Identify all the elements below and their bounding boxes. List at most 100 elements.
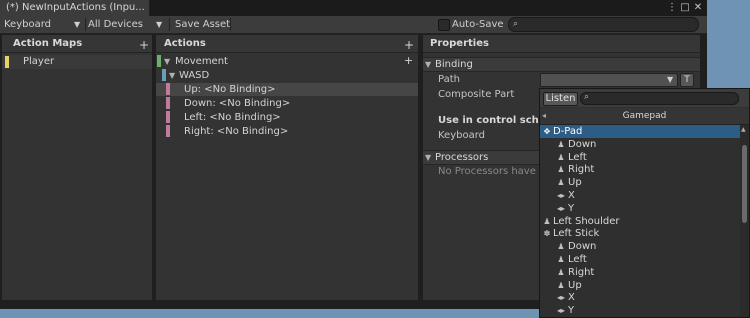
button-icon: ♟ xyxy=(557,242,565,252)
action-row-movement[interactable]: ▼ Movement + xyxy=(156,54,418,68)
control-list: ✥ D-Pad ♟ Down ♟ Left ♟ Right ♟ Up ◂▸ X ◂▸ Y ♟ Left Sho… xyxy=(540,125,740,317)
popup-category-header: ◂ Gamepad xyxy=(540,108,749,125)
axis-icon: ◂▸ xyxy=(556,306,566,316)
chevron-down-icon: ▼ xyxy=(156,20,163,29)
binding-color-swatch xyxy=(166,125,170,137)
expand-triangle-icon[interactable]: ▼ xyxy=(164,55,170,68)
control-item-label: Left Stick xyxy=(553,228,600,240)
composite-row-wasd[interactable]: ▼ WASD xyxy=(156,69,418,82)
control-item-label: Right xyxy=(568,164,595,176)
actions-panel: Actions + ▼ Movement + ▼ WASD Up: <No Bi… xyxy=(156,35,418,300)
scrollbar-thumb[interactable] xyxy=(742,145,747,223)
window-menu-icon[interactable]: ⋮ xyxy=(666,2,678,14)
button-icon: ♟ xyxy=(557,139,565,149)
control-picker-popup: Listen ⌕ ◂ Gamepad ✥ D-Pad ♟ Down ♟ Left ♟ Righ… xyxy=(539,88,750,318)
binding-label: Up: <No Binding> xyxy=(184,84,276,95)
control-item-label: Y xyxy=(568,305,575,317)
properties-title: Properties xyxy=(430,38,489,49)
binding-row-left[interactable]: Left: <No Binding> xyxy=(156,111,418,124)
toolbar-divider xyxy=(169,18,170,31)
save-asset-button[interactable]: Save Asset xyxy=(175,16,230,33)
control-item[interactable]: ✥ D-Pad xyxy=(540,125,740,138)
binding-row-down[interactable]: Down: <No Binding> xyxy=(156,97,418,110)
control-item[interactable]: ♟ Right xyxy=(540,266,740,279)
control-item-label: Left xyxy=(568,151,587,163)
button-icon: ♟ xyxy=(557,267,565,277)
control-item[interactable]: ◂▸ X xyxy=(540,291,740,304)
binding-color-swatch xyxy=(166,97,170,109)
actions-title: Actions xyxy=(164,38,206,49)
composite-color-swatch xyxy=(162,69,166,81)
control-item-label: Up xyxy=(568,279,582,291)
binding-section-title: Binding xyxy=(435,59,473,70)
search-icon: ⌕ xyxy=(513,19,519,29)
popup-scrollbar[interactable]: ▲ xyxy=(740,125,749,317)
control-item-label: Up xyxy=(568,177,582,189)
popup-search-input[interactable]: ⌕ xyxy=(580,92,739,105)
control-item[interactable]: ♟ Down xyxy=(540,240,740,253)
axis-icon: ◂▸ xyxy=(556,293,566,303)
auto-save-checkbox[interactable] xyxy=(438,19,450,31)
binding-label: Right: <No Binding> xyxy=(184,126,289,137)
expand-triangle-icon[interactable]: ▼ xyxy=(169,69,175,82)
devices-dropdown[interactable]: All Devices ▼ xyxy=(88,16,168,33)
button-icon: ♟ xyxy=(557,178,565,188)
control-scheme-dropdown[interactable]: Keyboard ▼ xyxy=(4,16,84,33)
scroll-up-arrow-icon[interactable]: ▲ xyxy=(741,126,746,133)
binding-row-up[interactable]: Up: <No Binding> xyxy=(156,83,418,96)
close-icon[interactable]: ✕ xyxy=(692,2,704,14)
popup-category-title: Gamepad xyxy=(622,111,667,121)
control-item-label: Y xyxy=(568,202,575,214)
add-action-map-button[interactable]: + xyxy=(139,38,149,52)
maximize-icon[interactable]: □ xyxy=(679,2,691,14)
control-item[interactable]: ◂▸ Y xyxy=(540,304,740,317)
window-tab[interactable]: (*) NewInputActions (Inpu... xyxy=(0,0,150,16)
button-icon: ♟ xyxy=(557,280,565,290)
processors-section-title: Processors xyxy=(435,152,489,163)
control-item-label: D-Pad xyxy=(553,126,583,137)
control-scheme-label: Keyboard xyxy=(4,19,52,30)
axis-icon: ◂▸ xyxy=(556,191,566,200)
control-item-label: Left xyxy=(568,254,587,265)
action-maps-header: Action Maps xyxy=(2,35,152,53)
binding-color-swatch xyxy=(166,111,170,123)
action-map-label: Player xyxy=(23,56,55,67)
text-mode-button[interactable]: T xyxy=(680,73,694,87)
action-maps-panel: Action Maps + Player xyxy=(2,35,152,300)
control-item-label: Down xyxy=(568,138,597,150)
action-map-item-player[interactable]: Player xyxy=(2,55,152,69)
control-item[interactable]: ♟ Up xyxy=(540,176,740,189)
composite-part-label: Composite Part xyxy=(438,89,515,100)
control-item[interactable]: ◂▸ Y xyxy=(540,202,740,215)
button-icon: ♟ xyxy=(557,152,565,162)
control-item[interactable]: ♟ Left Shoulder xyxy=(540,215,740,228)
add-binding-button[interactable]: + xyxy=(404,54,413,68)
stick-icon: ✽ xyxy=(543,229,551,239)
toolbar-divider xyxy=(230,18,231,31)
control-item[interactable]: ♟ Up xyxy=(540,279,740,292)
auto-save-label: Auto-Save xyxy=(452,19,504,30)
actions-search-input[interactable]: ⌕ xyxy=(508,17,699,32)
add-action-button[interactable]: + xyxy=(404,38,414,52)
control-item[interactable]: ♟ Left xyxy=(540,253,740,266)
control-item[interactable]: ♟ Down xyxy=(540,138,740,151)
binding-section-header[interactable]: ▼ Binding xyxy=(423,57,700,72)
control-item-label: Down xyxy=(568,241,597,253)
control-item[interactable]: ♟ Left xyxy=(540,151,740,164)
binding-row-right[interactable]: Right: <No Binding> xyxy=(156,125,418,138)
path-dropdown[interactable]: ▼ xyxy=(540,73,678,87)
keyboard-scheme-label: Keyboard xyxy=(438,130,486,141)
listen-button[interactable]: Listen xyxy=(543,92,578,106)
popup-toolbar: Listen ⌕ xyxy=(540,89,749,107)
button-icon: ♟ xyxy=(557,255,565,264)
action-color-swatch xyxy=(157,55,161,67)
action-maps-title: Action Maps xyxy=(13,38,83,49)
binding-label: Down: <No Binding> xyxy=(184,98,291,109)
control-item[interactable]: ◂▸ X xyxy=(540,189,740,202)
control-item[interactable]: ✽ Left Stick xyxy=(540,227,740,240)
expand-triangle-icon: ▼ xyxy=(425,60,432,69)
devices-label: All Devices xyxy=(88,19,143,30)
properties-header: Properties xyxy=(423,35,700,53)
chevron-down-icon: ▼ xyxy=(667,75,674,84)
control-item[interactable]: ♟ Right xyxy=(540,163,740,176)
